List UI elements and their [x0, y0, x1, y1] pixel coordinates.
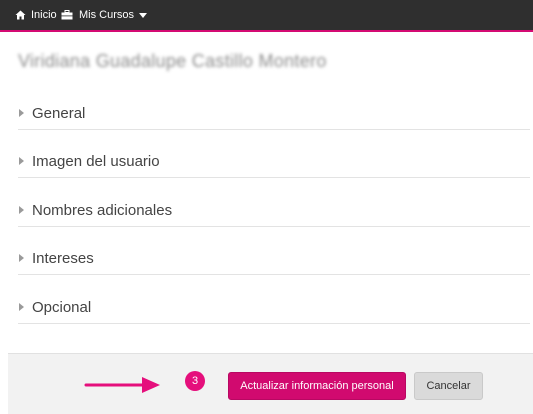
nav-my-courses-menu[interactable]: Mis Cursos [61, 0, 148, 30]
update-profile-button[interactable]: Actualizar información personal [228, 372, 406, 400]
pointer-arrow-icon [84, 377, 160, 393]
section-title: Imagen del usuario [32, 152, 160, 170]
section-general[interactable]: General [18, 97, 530, 129]
expand-triangle-icon [19, 206, 24, 214]
section-additional-names[interactable]: Nombres adicionales [18, 194, 530, 226]
caret-down-icon [139, 12, 148, 18]
section-title: General [32, 104, 86, 122]
step-number-badge: 3 [185, 371, 205, 391]
divider [18, 177, 530, 178]
expand-triangle-icon [19, 254, 24, 262]
section-interests[interactable]: Intereses [18, 242, 530, 274]
cancel-button[interactable]: Cancelar [414, 372, 483, 400]
top-navbar: Inicio Mis Cursos [0, 0, 533, 32]
divider [18, 323, 530, 324]
section-title: Opcional [32, 298, 92, 316]
divider [18, 226, 530, 227]
nav-home-label: Inicio [31, 9, 57, 21]
nav-home-link[interactable]: Inicio [15, 0, 57, 30]
profile-user-name: Viridiana Guadalupe Castillo Montero [18, 51, 327, 71]
nav-my-courses-label: Mis Cursos [79, 9, 135, 21]
section-user-image[interactable]: Imagen del usuario [18, 145, 530, 177]
section-title: Nombres adicionales [32, 201, 173, 219]
briefcase-icon [61, 10, 73, 20]
divider [18, 274, 530, 275]
section-optional[interactable]: Opcional [18, 291, 530, 323]
home-icon [15, 10, 26, 20]
section-title: Intereses [32, 249, 94, 267]
expand-triangle-icon [19, 109, 24, 117]
expand-triangle-icon [19, 157, 24, 165]
expand-triangle-icon [19, 303, 24, 311]
divider [18, 129, 530, 130]
